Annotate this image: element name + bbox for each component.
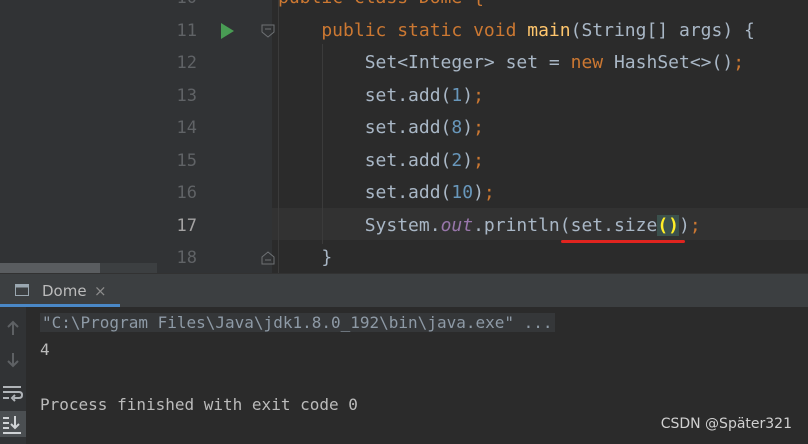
code-token: .println(set.size [473, 214, 658, 236]
scroll-to-end-icon[interactable] [0, 411, 26, 437]
code-token: HashSet<>() [613, 52, 734, 73]
code-token: ) [473, 182, 484, 203]
line-number: 10 [157, 0, 197, 14]
line-number: 13 [176, 85, 197, 106]
close-icon[interactable]: × [94, 274, 107, 308]
line-number: 11 [176, 20, 197, 41]
command-text: "C:\Program Files\Java\jdk1.8.0_192\bin\… [40, 313, 555, 332]
line-number: 12 [176, 53, 197, 73]
code-token: ; [473, 117, 484, 138]
code-token: ; [483, 182, 495, 203]
code-line[interactable]: 17 System.out.println(set.size()); [157, 210, 808, 242]
fold-icon[interactable] [261, 251, 275, 265]
code-line[interactable]: 13 set.add(1); [157, 80, 808, 112]
soft-wrap-icon[interactable] [0, 379, 26, 405]
arrow-down-icon[interactable] [0, 347, 26, 373]
code-token: ) [462, 149, 474, 171]
code-text: set.add(2); [278, 145, 484, 177]
horizontal-scrollbar-thumb[interactable] [0, 263, 100, 273]
run-tab-dome[interactable]: Dome × [0, 274, 120, 308]
code-token: set.add( [278, 182, 452, 203]
code-token: new [570, 52, 614, 73]
code-token: System. [278, 214, 441, 236]
console-exit-message: Process finished with exit code 0 [40, 395, 358, 414]
arrow-up-icon[interactable] [0, 315, 26, 341]
code-text: set.add(10); [278, 177, 495, 209]
code-token: set.add( [278, 117, 452, 138]
code-token: (String[] args) { [570, 19, 755, 41]
code-text: public class Dome { [278, 0, 484, 14]
code-token: out [440, 214, 474, 236]
code-text: set.add(8); [278, 112, 484, 144]
code-token: ; [733, 52, 745, 73]
code-line[interactable]: 12 Set<Integer> set = new HashSet<>(); [157, 47, 808, 79]
console-command-line: "C:\Program Files\Java\jdk1.8.0_192\bin\… [40, 312, 555, 334]
code-text: } [278, 242, 332, 273]
console-output: 4 [40, 340, 50, 359]
fold-icon[interactable] [261, 24, 275, 38]
code-token: ; [689, 214, 701, 236]
code-token: 8 [451, 117, 463, 138]
run-panel-header: Dome × [0, 273, 808, 307]
code-text: public static void main(String[] args) { [278, 15, 755, 47]
code-token: Set<Integer> set = [278, 52, 571, 73]
code-token: } [278, 247, 333, 268]
code-token: public class Dome { [278, 0, 484, 8]
code-token: ; [473, 84, 484, 106]
code-text: set.add(1); [278, 80, 484, 112]
console-icon [15, 284, 29, 296]
code-editor[interactable]: 10 public class Dome { 11 public static vo… [0, 0, 808, 273]
code-line[interactable]: 10 public class Dome { [157, 0, 808, 14]
code-text: System.out.println(set.size()); [278, 210, 701, 242]
left-strip [0, 0, 157, 273]
line-number: 16 [176, 183, 197, 203]
watermark: CSDN @Später321 [660, 416, 792, 432]
code-line[interactable]: 16 set.add(10); [157, 177, 808, 209]
code-token: ) [679, 214, 690, 236]
code-token: 10 [451, 182, 474, 203]
code-token: 1 [451, 84, 463, 106]
code-token: ; [473, 149, 484, 171]
line-number: 14 [176, 118, 197, 138]
code-token: set.add( [278, 84, 452, 106]
line-number: 15 [176, 150, 197, 171]
run-side-toolbar [0, 307, 26, 444]
code-line[interactable]: 15 set.add(2); [157, 145, 808, 177]
run-tab-label: Dome [42, 282, 87, 300]
line-number: 17 [176, 215, 197, 236]
line-number: 18 [176, 248, 197, 268]
code-token: set.add( [278, 149, 452, 171]
code-line[interactable]: 14 set.add(8); [157, 112, 808, 144]
code-token: public static void [278, 19, 528, 41]
code-line[interactable]: 11 public static void main(String[] args… [157, 15, 808, 47]
code-line[interactable]: 18 } [157, 242, 808, 273]
run-icon[interactable] [221, 22, 234, 39]
code-token: ) [462, 84, 474, 106]
code-token: main [527, 19, 571, 41]
code-token: 2 [451, 149, 463, 171]
code-text: Set<Integer> set = new HashSet<>(); [278, 47, 744, 79]
code-token: () [657, 214, 679, 236]
red-underline-annotation [561, 240, 685, 243]
code-token: ) [462, 117, 474, 138]
